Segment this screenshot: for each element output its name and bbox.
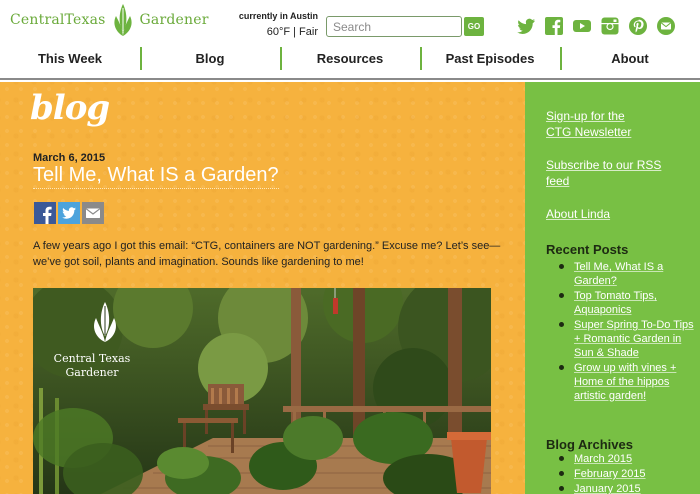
nav-item-blog[interactable]: Blog xyxy=(140,44,280,78)
nav-item-this-week[interactable]: This Week xyxy=(0,44,140,78)
site-header: CentralTexas Gardener currently in Austi… xyxy=(0,0,700,44)
recent-post-link[interactable]: Tell Me, What IS a Garden? xyxy=(574,261,663,287)
recent-post-item: Grow up with vines + Home of the hippos … xyxy=(557,361,695,403)
about-linda-link[interactable]: About Linda xyxy=(546,206,610,222)
youtube-icon[interactable] xyxy=(572,16,592,36)
instagram-icon[interactable] xyxy=(600,16,620,36)
image-brand-overlay: Central Texas Gardener xyxy=(47,352,137,380)
search-input[interactable] xyxy=(326,16,462,37)
main-nav: This Week Blog Resources Past Episodes A… xyxy=(0,44,700,80)
newsletter-signup-link[interactable]: Sign-up for the CTG Newsletter xyxy=(546,108,646,140)
logo-text-left: CentralTexas xyxy=(10,12,106,28)
weather-value: 60°F | Fair xyxy=(266,26,318,38)
recent-post-item: Top Tomato Tips, Aquaponics xyxy=(557,289,695,317)
image-brand-line2: Gardener xyxy=(65,366,119,379)
nav-item-about[interactable]: About xyxy=(560,44,700,78)
archive-item: March 2015 xyxy=(557,452,695,466)
rss-subscribe-link[interactable]: Subscribe to our RSS feed xyxy=(546,157,676,189)
share-buttons xyxy=(34,202,104,224)
recent-post-item: Super Spring To-Do Tips + Romantic Garde… xyxy=(557,318,695,360)
email-icon[interactable] xyxy=(656,16,676,36)
email-share-icon[interactable] xyxy=(82,202,104,224)
post-title[interactable]: Tell Me, What IS a Garden? xyxy=(33,164,279,189)
blog-archives-heading: Blog Archives xyxy=(546,437,633,452)
blog-sidebar: Sign-up for the CTG Newsletter Subscribe… xyxy=(525,82,700,494)
nav-item-resources[interactable]: Resources xyxy=(280,44,420,78)
leaf-logo-icon xyxy=(113,4,132,36)
social-links xyxy=(516,16,676,36)
blog-main: blog March 6, 2015 Tell Me, What IS a Ga… xyxy=(0,82,525,494)
facebook-share-icon[interactable] xyxy=(34,202,56,224)
archive-link[interactable]: January 2015 xyxy=(574,483,641,494)
blog-archives-list: March 2015 February 2015 January 2015 xyxy=(557,452,695,494)
nav-item-past-episodes[interactable]: Past Episodes xyxy=(420,44,560,78)
logo-text-right: Gardener xyxy=(139,12,209,28)
image-brand-line1: Central Texas xyxy=(53,352,131,365)
pinterest-icon[interactable] xyxy=(628,16,648,36)
recent-post-item: Tell Me, What IS a Garden? xyxy=(557,260,695,288)
archive-item: February 2015 xyxy=(557,467,695,481)
weather-widget: currently in Austin 60°F | Fair xyxy=(238,9,318,39)
recent-posts-heading: Recent Posts xyxy=(546,242,629,257)
archive-item: January 2015 xyxy=(557,482,695,494)
post-featured-image[interactable]: Central Texas Gardener xyxy=(33,288,491,494)
twitter-share-icon[interactable] xyxy=(58,202,80,224)
recent-posts-list: Tell Me, What IS a Garden? Top Tomato Ti… xyxy=(557,260,695,404)
archive-link[interactable]: March 2015 xyxy=(574,453,632,465)
search-go-button[interactable]: GO xyxy=(464,17,484,36)
twitter-icon[interactable] xyxy=(516,16,536,36)
recent-post-link[interactable]: Super Spring To-Do Tips + Romantic Garde… xyxy=(574,319,694,359)
recent-post-link[interactable]: Top Tomato Tips, Aquaponics xyxy=(574,290,657,316)
facebook-icon[interactable] xyxy=(544,16,564,36)
recent-post-link[interactable]: Grow up with vines + Home of the hippos … xyxy=(574,362,676,402)
garden-porch-photo xyxy=(33,288,491,494)
post-excerpt: A few years ago I got this email: “CTG, … xyxy=(33,240,501,268)
blog-section-title: blog xyxy=(30,88,110,128)
post-date: March 6, 2015 xyxy=(33,152,106,164)
site-logo[interactable]: CentralTexas Gardener xyxy=(10,2,209,38)
archive-link[interactable]: February 2015 xyxy=(574,468,646,480)
weather-title: currently in Austin xyxy=(238,11,318,21)
